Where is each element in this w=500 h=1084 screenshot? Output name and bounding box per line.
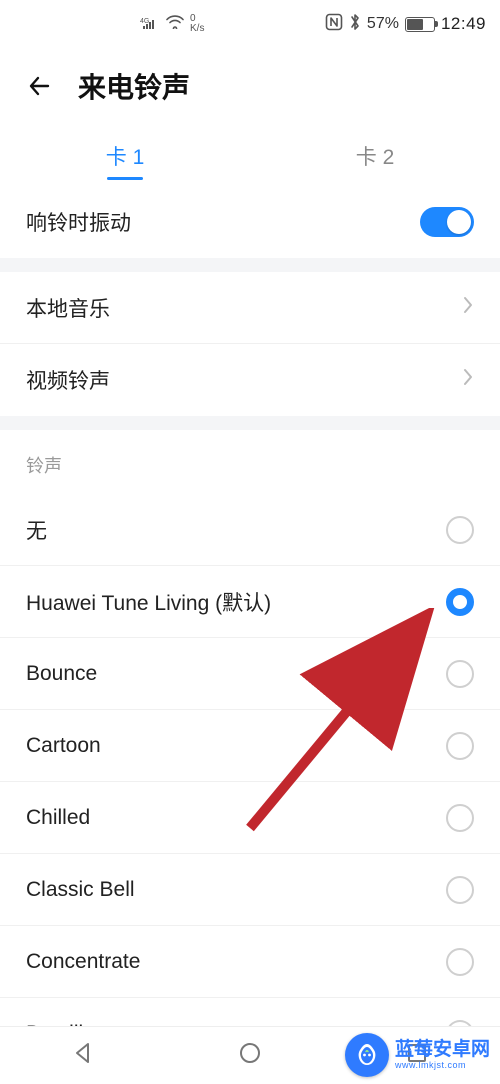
watermark-text: 蓝莓安卓网 — [395, 1040, 490, 1060]
header: 来电铃声 — [0, 48, 500, 126]
back-button[interactable] — [24, 70, 56, 102]
ringtone-row[interactable]: Classic Bell — [0, 854, 500, 926]
row-local-music[interactable]: 本地音乐 — [0, 272, 500, 344]
status-bar: 4G 0 K/s 57% 12:49 — [0, 0, 500, 48]
status-left: 4G 0 K/s — [0, 14, 325, 35]
nav-home-button[interactable] — [237, 1040, 263, 1071]
battery-percent: 57% — [367, 15, 399, 33]
group-ringtones: 铃声 无 Huawei Tune Living (默认) Bounce Cart… — [0, 430, 500, 1070]
clock: 12:49 — [441, 14, 486, 34]
row-video-ringtone[interactable]: 视频铃声 — [0, 344, 500, 416]
page-title: 来电铃声 — [78, 66, 190, 106]
nfc-icon — [325, 13, 343, 36]
screen: 4G 0 K/s 57% 12:49 — [0, 0, 500, 1084]
tab-sim1[interactable]: 卡 1 — [0, 126, 250, 186]
speed-value: 0 — [190, 13, 196, 24]
section-gap — [0, 258, 500, 272]
ringtone-label: Cartoon — [26, 734, 446, 758]
radio-icon[interactable] — [446, 804, 474, 832]
watermark-icon — [345, 1033, 389, 1077]
ringtone-row[interactable]: Chilled — [0, 782, 500, 854]
local-music-label: 本地音乐 — [26, 293, 462, 323]
radio-icon[interactable] — [446, 588, 474, 616]
nav-back-button[interactable] — [70, 1040, 96, 1071]
ringtone-label: Bounce — [26, 662, 446, 686]
ringtone-label: Concentrate — [26, 950, 446, 974]
sim-tabs: 卡 1 卡 2 — [0, 126, 500, 186]
tab-sim2-label: 卡 2 — [356, 141, 395, 171]
radio-icon[interactable] — [446, 732, 474, 760]
network-4g-icon: 4G — [140, 16, 160, 33]
chevron-right-icon — [462, 295, 474, 321]
network-speed: 0 K/s — [190, 14, 204, 35]
section-gap — [0, 416, 500, 430]
tab-sim2[interactable]: 卡 2 — [250, 126, 500, 186]
ringtone-label: Chilled — [26, 806, 446, 830]
radio-icon[interactable] — [446, 948, 474, 976]
row-vibrate[interactable]: 响铃时振动 — [0, 186, 500, 258]
radio-icon[interactable] — [446, 516, 474, 544]
group-sources: 本地音乐 视频铃声 — [0, 272, 500, 416]
radio-icon[interactable] — [446, 660, 474, 688]
watermark-text-wrap: 蓝莓安卓网 www.lmkjst.com — [395, 1040, 490, 1070]
group-vibrate: 响铃时振动 — [0, 186, 500, 258]
ringtone-label: Classic Bell — [26, 878, 446, 902]
vibrate-label: 响铃时振动 — [26, 207, 420, 237]
ringtone-row[interactable]: 无 — [0, 494, 500, 566]
ringtone-row[interactable]: Concentrate — [0, 926, 500, 998]
speed-unit: K/s — [190, 23, 204, 34]
ringtone-row[interactable]: Bounce — [0, 638, 500, 710]
battery-icon — [405, 17, 435, 32]
chevron-right-icon — [462, 367, 474, 393]
svg-text:4G: 4G — [140, 18, 149, 25]
status-right: 57% 12:49 — [325, 13, 486, 36]
vibrate-toggle[interactable] — [420, 207, 474, 237]
radio-icon[interactable] — [446, 876, 474, 904]
ringtone-section-title: 铃声 — [0, 430, 500, 494]
video-ringtone-label: 视频铃声 — [26, 365, 462, 395]
ringtone-row[interactable]: Huawei Tune Living (默认) — [0, 566, 500, 638]
content: 响铃时振动 本地音乐 视频铃声 铃声 — [0, 186, 500, 1084]
watermark: 蓝莓安卓网 www.lmkjst.com — [339, 1026, 500, 1084]
arrow-left-icon — [26, 72, 54, 100]
watermark-url: www.lmkjst.com — [395, 1060, 490, 1070]
wifi-icon — [166, 14, 184, 34]
ringtone-row[interactable]: Cartoon — [0, 710, 500, 782]
ringtone-label: 无 — [26, 515, 446, 545]
ringtone-label: Huawei Tune Living (默认) — [26, 587, 446, 617]
bluetooth-icon — [349, 13, 361, 36]
tab-sim1-label: 卡 1 — [106, 141, 145, 171]
